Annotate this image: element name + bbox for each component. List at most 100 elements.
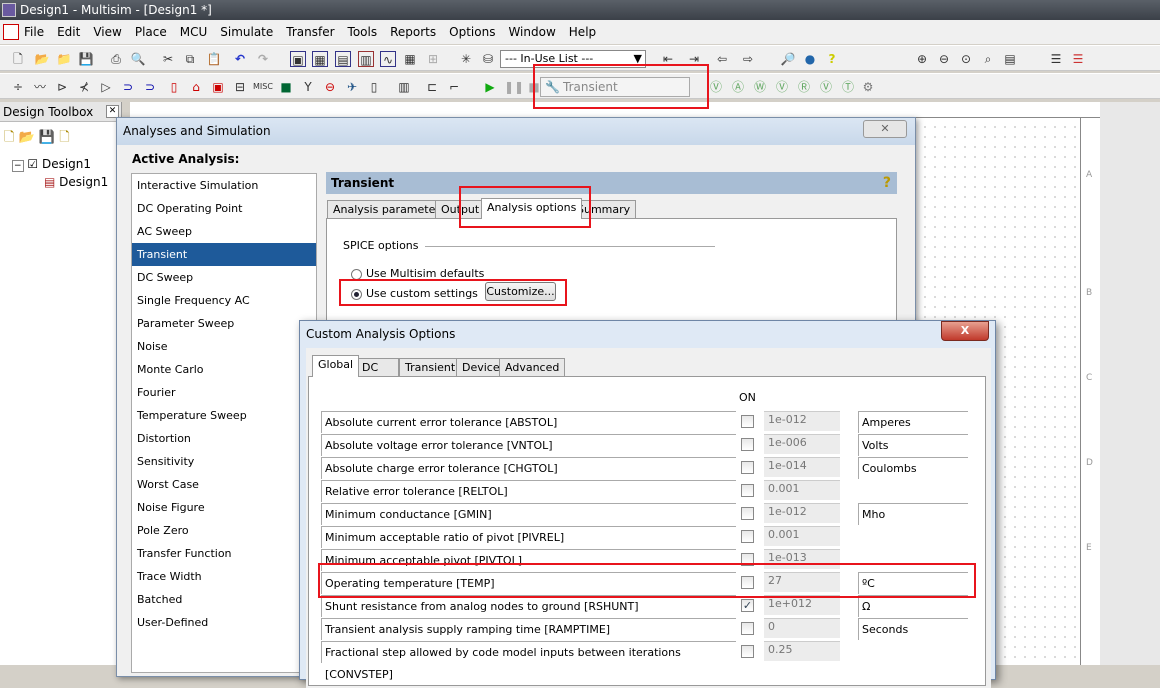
redo-icon[interactable]: ↷ [255,51,271,67]
option-value-field[interactable]: 1e-006 [764,434,840,454]
export-icon[interactable]: ⇨ [740,51,756,67]
tree-item-sheet[interactable]: ▤ Design1 [44,175,108,189]
analysis-item[interactable]: Transfer Function [132,542,316,565]
advanced-peripherals-icon[interactable]: ■ [278,79,294,95]
menu-edit[interactable]: Edit [57,25,80,39]
new-icon[interactable]: 🗋 [4,130,14,145]
analysis-item[interactable]: Noise Figure [132,496,316,519]
database-icon[interactable]: ▥ [358,51,374,67]
mixed-icon[interactable]: ⌂ [188,79,204,95]
list-icon[interactable]: ☰ [1070,51,1086,67]
transfer-icon[interactable]: ⇦ [714,51,730,67]
probe-power-icon[interactable]: Ⓦ [752,79,768,95]
mcu-icon[interactable]: ▥ [396,79,412,95]
analysis-item[interactable]: DC Sweep [132,266,316,289]
grapher-icon[interactable]: ∿ [380,51,396,67]
option-value-field[interactable]: 1e-014 [764,457,840,477]
new-component-icon[interactable]: ✳ [458,51,474,67]
hierarchy-icon[interactable]: ⊞ [425,51,441,67]
print-icon[interactable]: ⎙ [108,51,124,67]
cmos-icon[interactable]: ⊃ [142,79,158,95]
ni-component-icon[interactable]: ✈ [344,79,360,95]
save-icon[interactable]: 💾 [78,51,94,67]
bus-icon[interactable]: ⌐ [446,79,462,95]
zoom-full-icon[interactable]: ▤ [1002,51,1018,67]
menu-reports[interactable]: Reports [390,25,436,39]
analysis-item[interactable]: AC Sweep [132,220,316,243]
component-icon[interactable]: ▤ [335,51,351,67]
analysis-item[interactable]: Interactive Simulation [132,174,316,197]
analysis-item[interactable]: DC Operating Point [132,197,316,220]
menu-options[interactable]: Options [449,25,495,39]
option-value-field[interactable]: 0.001 [764,526,840,546]
hierarchical-block-icon[interactable]: ⊏ [424,79,440,95]
source-icon[interactable]: ÷ [10,79,26,95]
analysis-list[interactable]: Interactive Simulation DC Operating Point… [131,173,317,673]
help-icon[interactable]: ? [883,172,891,194]
run-icon[interactable]: ▶ [482,79,498,95]
analysis-item[interactable]: Pole Zero [132,519,316,542]
power-icon[interactable]: ⊟ [232,79,248,95]
tab-transient[interactable]: Transient [399,358,462,377]
menu-file[interactable]: File [24,25,44,39]
close-button[interactable]: X [941,321,989,341]
pause-icon[interactable]: ❚❚ [504,79,524,95]
zoom-in-icon[interactable]: ⊕ [914,51,930,67]
undo-icon[interactable]: ↶ [232,51,248,67]
copy-icon[interactable]: ⧉ [182,51,198,67]
save-icon[interactable]: 💾 [39,130,55,145]
database-manager-icon[interactable]: ⛁ [480,51,496,67]
analysis-item[interactable]: Trace Width [132,565,316,588]
ttl-icon[interactable]: ⊃ [120,79,136,95]
on-checkbox[interactable] [741,438,754,451]
digital-icon[interactable]: ▯ [166,79,182,95]
option-value-field[interactable]: 0 [764,618,840,638]
analysis-item[interactable]: Sensitivity [132,450,316,473]
options-icon[interactable]: ☰ [1048,51,1064,67]
menu-transfer[interactable]: Transfer [286,25,334,39]
open-folder-icon[interactable]: 📁 [56,51,72,67]
new-icon[interactable]: 🗋 [59,130,69,145]
menu-view[interactable]: View [93,25,121,39]
analysis-item[interactable]: Fourier [132,381,316,404]
rf-icon[interactable]: Y [300,79,316,95]
cut-icon[interactable]: ✂ [160,51,176,67]
tab-advanced[interactable]: Advanced [499,358,566,377]
diode-icon[interactable]: ⊳ [54,79,70,95]
probe-ref-icon[interactable]: Ⓡ [796,79,812,95]
tree-item-design[interactable]: − ☑ Design1 [12,157,91,172]
open-icon[interactable]: 📂 [19,130,35,145]
close-button[interactable]: ✕ [863,120,907,138]
settings-gear-icon[interactable]: ⚙ [860,79,876,95]
electromechanical-icon[interactable]: ⊖ [322,79,338,95]
paste-icon[interactable]: 📋 [206,51,222,67]
analysis-item[interactable]: Worst Case [132,473,316,496]
menu-help[interactable]: Help [569,25,596,39]
tab-analysis-parameters[interactable]: Analysis parameters [327,200,452,219]
menu-tools[interactable]: Tools [348,25,378,39]
find-icon[interactable]: 🔎 [780,51,796,67]
on-checkbox[interactable] [741,415,754,428]
option-value-field[interactable]: 1e-012 [764,503,840,523]
on-checkbox[interactable] [741,622,754,635]
indicator-icon[interactable]: ▣ [210,79,226,95]
option-value-field[interactable]: 0.001 [764,480,840,500]
postprocessor-icon[interactable]: ▦ [402,51,418,67]
zoom-fit-icon[interactable]: ⌕ [980,51,996,67]
resistor-icon[interactable]: 〰 [32,79,48,95]
menu-mcu[interactable]: MCU [180,25,208,39]
probe-current-icon[interactable]: Ⓐ [730,79,746,95]
option-value-field[interactable]: 0.25 [764,641,840,661]
connector-icon[interactable]: ▯ [366,79,382,95]
document-icon[interactable] [3,24,19,40]
on-checkbox[interactable] [741,530,754,543]
tab-dc[interactable]: DC [356,358,399,377]
on-checkbox[interactable] [741,461,754,474]
analysis-item[interactable]: Batched [132,588,316,611]
option-value-field[interactable]: 1e-012 [764,411,840,431]
spreadsheet-icon[interactable]: ▦ [312,51,328,67]
on-checkbox[interactable] [741,484,754,497]
transistor-icon[interactable]: ⊀ [76,79,92,95]
zoom-out-icon[interactable]: ⊖ [936,51,952,67]
analysis-item[interactable]: Transient [132,243,316,266]
